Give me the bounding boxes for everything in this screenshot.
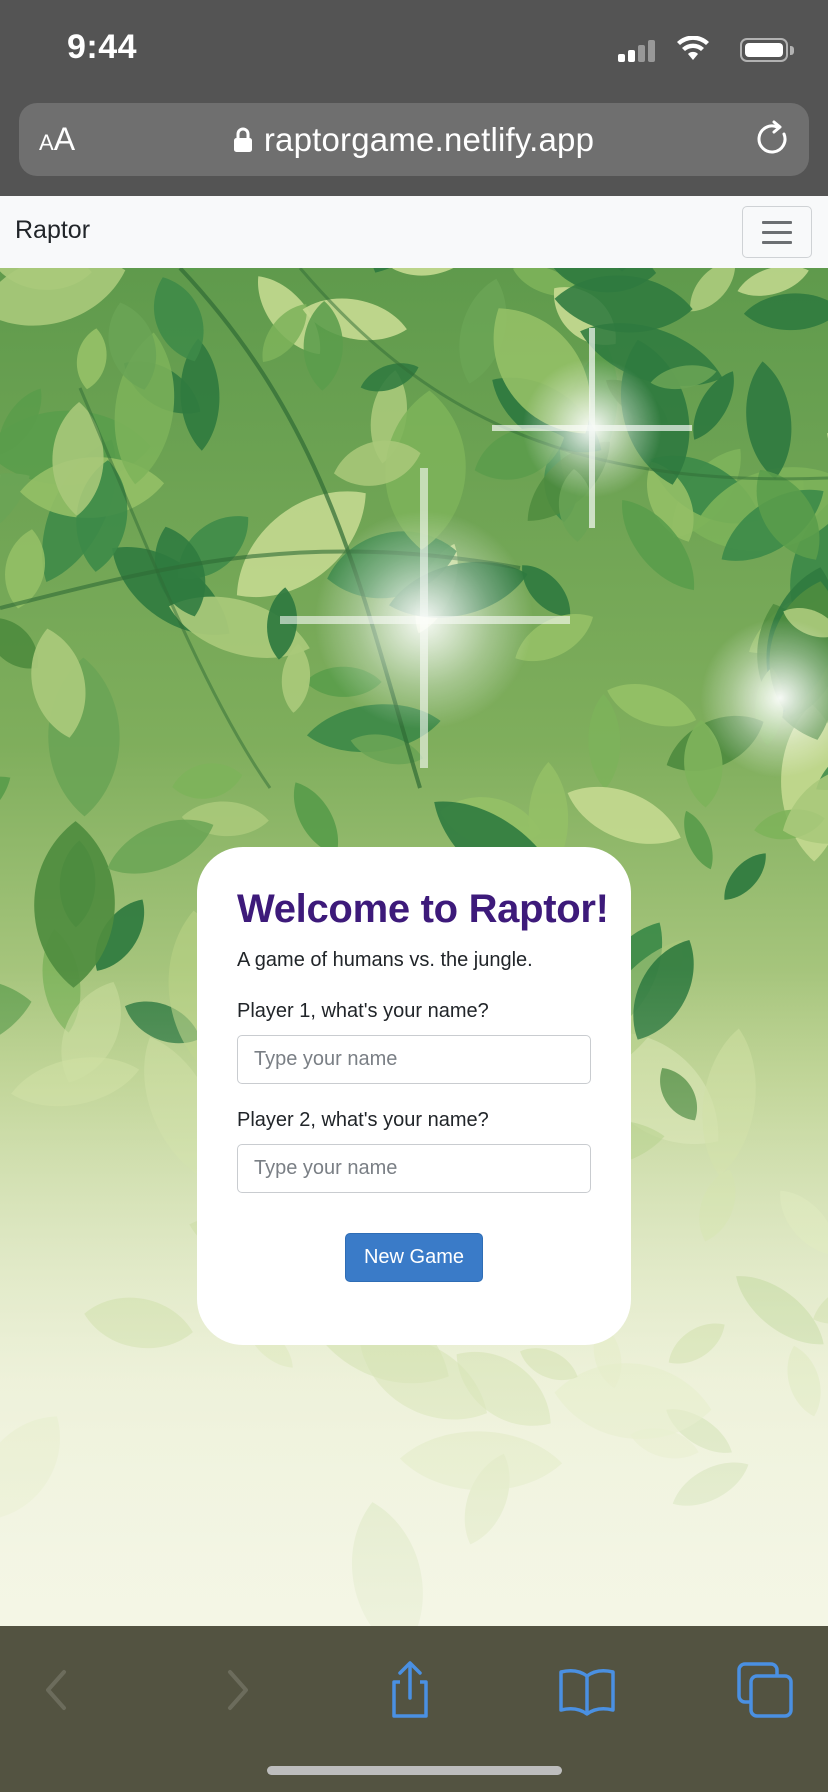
- card-title: Welcome to Raptor!: [237, 887, 609, 931]
- card-subtitle: A game of humans vs. the jungle.: [237, 949, 533, 971]
- player1-name-input[interactable]: [237, 1035, 591, 1084]
- share-icon[interactable]: [378, 1658, 442, 1722]
- site-navbar: Raptor: [0, 196, 828, 268]
- navbar-toggler-button[interactable]: [742, 206, 812, 258]
- reload-icon[interactable]: [753, 119, 793, 159]
- player2-label: Player 2, what's your name?: [237, 1109, 489, 1131]
- forward-icon[interactable]: [204, 1658, 268, 1722]
- safari-top-chrome: 9:44 AA raptorgame.netlify.app: [0, 0, 828, 196]
- navbar-brand[interactable]: Raptor: [15, 216, 90, 245]
- welcome-card: Welcome to Raptor! A game of humans vs. …: [197, 847, 631, 1345]
- new-game-button[interactable]: New Game: [345, 1233, 483, 1282]
- text-size-button[interactable]: AA: [39, 121, 75, 157]
- bookmarks-icon[interactable]: [555, 1658, 619, 1722]
- cellular-signal-icon: [618, 40, 656, 62]
- address-bar[interactable]: AA raptorgame.netlify.app: [19, 103, 809, 176]
- tabs-icon[interactable]: [733, 1658, 797, 1722]
- player2-name-input[interactable]: [237, 1144, 591, 1193]
- wifi-icon: [677, 36, 709, 60]
- url-text[interactable]: raptorgame.netlify.app: [264, 121, 594, 159]
- status-time: 9:44: [67, 28, 138, 66]
- home-indicator: [267, 1766, 562, 1775]
- lock-icon: [233, 127, 252, 152]
- hamburger-menu-icon: [762, 221, 792, 224]
- player1-label: Player 1, what's your name?: [237, 1000, 489, 1022]
- back-icon[interactable]: [26, 1658, 90, 1722]
- battery-icon: [740, 38, 794, 62]
